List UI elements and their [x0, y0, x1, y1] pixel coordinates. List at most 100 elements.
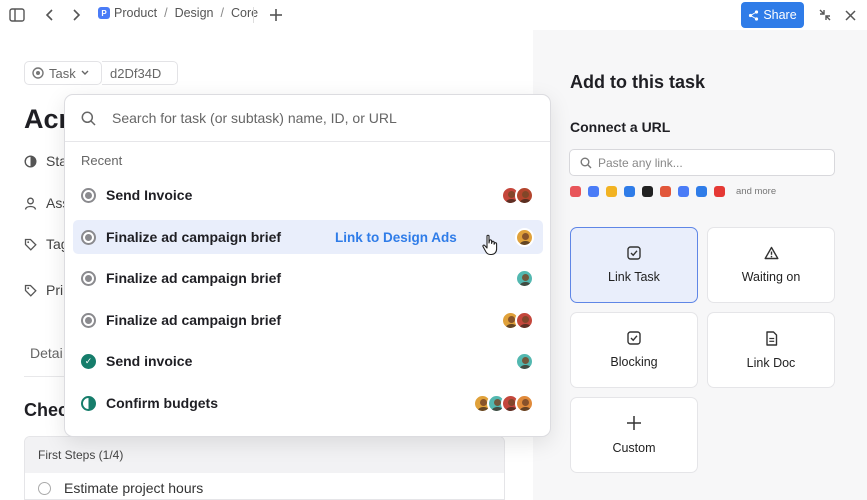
task-result-label: Finalize ad campaign brief [106, 229, 282, 245]
checkbox-icon[interactable] [38, 481, 51, 495]
status-todo-icon [81, 270, 96, 286]
share-button[interactable]: Share [741, 2, 804, 28]
project-icon: P [98, 7, 110, 19]
warning-icon [764, 246, 778, 260]
search-bar[interactable] [65, 95, 550, 142]
status-todo-icon [81, 312, 96, 328]
tag-icon [24, 284, 37, 297]
slack-icon[interactable] [678, 185, 689, 197]
task-result-label: Send Invoice [106, 187, 193, 203]
dropbox-icon[interactable] [624, 185, 635, 197]
assignee-avatars [515, 351, 534, 371]
collapse-icon[interactable] [815, 5, 835, 25]
loom-icon[interactable] [696, 185, 707, 197]
task-result-row[interactable]: Finalize ad campaign brief Link to Design… [73, 220, 543, 254]
task-type-label: Task [49, 65, 76, 81]
back-icon[interactable] [40, 5, 60, 25]
top-bar: P Product / Design / Core Share [0, 0, 867, 30]
card-label: Link Doc [746, 355, 796, 370]
avatar [515, 393, 534, 413]
chevron-down-icon [81, 70, 89, 75]
assignee-avatars [515, 268, 534, 288]
field-status[interactable]: Sta [24, 153, 67, 169]
avatar [515, 310, 534, 330]
checklists-heading: Chec [24, 400, 69, 420]
breadcrumb-item[interactable]: Design [175, 6, 214, 20]
field-assignees[interactable]: Ass [24, 195, 69, 211]
avatar [515, 185, 534, 205]
more-apps-label[interactable]: and more [736, 186, 776, 197]
task-type-selector[interactable]: Task [24, 61, 102, 85]
task-id[interactable]: d2Df34D [102, 61, 178, 85]
breadcrumb-item[interactable]: Product [114, 6, 157, 20]
status-todo-icon [81, 187, 96, 203]
status-todo-icon [81, 229, 96, 245]
custom-card[interactable]: Custom [570, 397, 698, 473]
status-icon [24, 154, 37, 168]
task-result-label: Finalize ad campaign brief [106, 270, 282, 286]
field-tags[interactable]: Tag [24, 236, 69, 252]
assignee-avatars [501, 310, 534, 330]
task-result-row[interactable]: Finalize ad campaign brief [73, 303, 543, 337]
share-label: Share [763, 8, 797, 22]
search-icon [580, 157, 592, 168]
breadcrumb-separator: / [164, 6, 168, 20]
status-done-icon: ✓ [81, 353, 96, 369]
search-input[interactable] [112, 110, 512, 126]
forward-icon[interactable] [66, 5, 86, 25]
blocking-card[interactable]: Blocking [570, 312, 698, 388]
task-result-row[interactable]: Send Invoice [73, 178, 543, 212]
task-result-label: Finalize ad campaign brief [106, 312, 282, 328]
plus-icon [627, 416, 641, 430]
assignee-avatars [515, 227, 534, 247]
field-priority[interactable]: Pri [24, 282, 63, 298]
google-docs-icon[interactable] [588, 185, 599, 197]
card-label: Blocking [610, 355, 658, 369]
waiting-on-card[interactable]: Waiting on [707, 227, 835, 303]
card-label: Waiting on [741, 270, 801, 284]
assignee-avatars [473, 393, 534, 413]
recent-section-label: Recent [81, 153, 123, 168]
breadcrumb-separator: / [220, 6, 224, 20]
doc-icon [765, 330, 777, 346]
task-result-label: Send invoice [106, 353, 193, 369]
field-label: Pri [46, 282, 64, 298]
divider [253, 7, 254, 23]
card-label: Link Task [608, 270, 660, 284]
assignee-avatars [501, 185, 534, 205]
search-icon [81, 111, 96, 126]
clickup-icon[interactable] [570, 185, 581, 197]
breadcrumb-item[interactable]: Core [231, 6, 258, 20]
status-in-progress-icon [81, 395, 96, 411]
avatar [515, 227, 534, 247]
close-icon[interactable] [840, 5, 860, 25]
sidebar-toggle-icon[interactable] [7, 5, 27, 25]
link-doc-card[interactable]: Link Doc [707, 312, 835, 388]
task-result-row[interactable]: ✓ Send invoice [73, 344, 543, 378]
github-icon[interactable] [642, 185, 653, 197]
youtube-icon[interactable] [714, 185, 725, 197]
avatar [515, 268, 534, 288]
panel-title: Add to this task [570, 72, 706, 92]
tab-details[interactable]: Detai [30, 345, 63, 361]
task-result-row[interactable]: Finalize ad campaign brief [73, 261, 543, 295]
avatar [515, 351, 534, 371]
checklist: First Steps (1/4) Estimate project hours [24, 436, 505, 500]
checklist-item[interactable]: Estimate project hours [25, 473, 504, 499]
google-drive-icon[interactable] [606, 185, 617, 197]
share-icon [749, 9, 759, 21]
task-result-label: Confirm budgets [106, 395, 218, 411]
task-type-icon [32, 67, 44, 79]
card-label: Custom [612, 441, 656, 455]
task-result-row[interactable]: Confirm budgets [73, 386, 543, 420]
checklist-item-label: Estimate project hours [64, 480, 204, 496]
integration-apps: and more [570, 184, 776, 198]
link-task-card[interactable]: Link Task [570, 227, 698, 303]
breadcrumb: P Product / Design / Core [98, 6, 258, 20]
url-field[interactable] [569, 149, 835, 176]
link-action-label[interactable]: Link to Design Ads [335, 230, 457, 245]
url-input[interactable] [598, 155, 818, 170]
checklist-header[interactable]: First Steps (1/4) [25, 437, 504, 473]
figma-icon[interactable] [660, 185, 671, 197]
add-icon[interactable] [266, 5, 286, 25]
